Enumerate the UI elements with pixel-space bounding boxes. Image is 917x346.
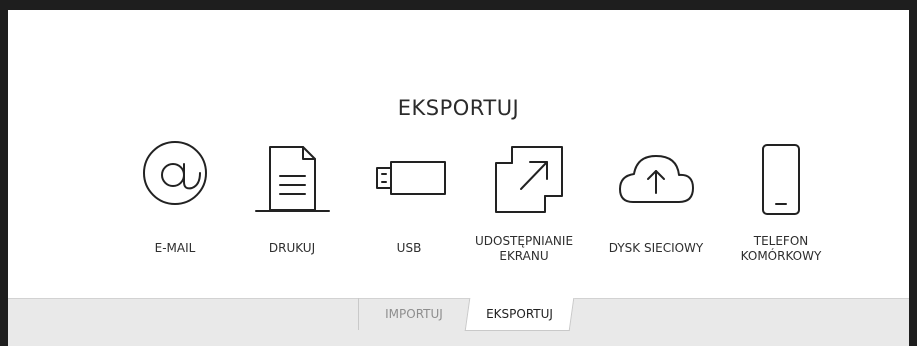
- printer-document-icon: [255, 146, 330, 212]
- tab-bar: IMPORTUJ EKSPORTUJ: [8, 298, 909, 346]
- option-network-drive-label: DYSK SIECIOWY: [608, 241, 704, 255]
- export-screen: EKSPORTUJ E-MAIL DRUKUJ USB UDOSTĘPNIANI…: [8, 10, 909, 346]
- screen-share-icon: [495, 146, 563, 213]
- option-email-label: E-MAIL: [154, 241, 196, 255]
- option-mobile-label: TELEFON KOMÓRKOWY: [740, 234, 822, 263]
- usb-drive-icon: [376, 161, 446, 195]
- tab-import[interactable]: IMPORTUJ: [358, 298, 469, 330]
- option-usb-label: USB: [396, 241, 422, 255]
- option-print-label: DRUKUJ: [268, 241, 316, 255]
- cloud-upload-icon: [619, 155, 694, 203]
- mobile-phone-icon: [762, 144, 800, 215]
- tab-export[interactable]: EKSPORTUJ: [464, 298, 575, 331]
- export-options: E-MAIL DRUKUJ USB UDOSTĘPNIANIE EKRANU D…: [8, 10, 909, 280]
- option-screen-share-label: UDOSTĘPNIANIE EKRANU: [474, 234, 574, 263]
- at-sign-icon: [143, 141, 207, 205]
